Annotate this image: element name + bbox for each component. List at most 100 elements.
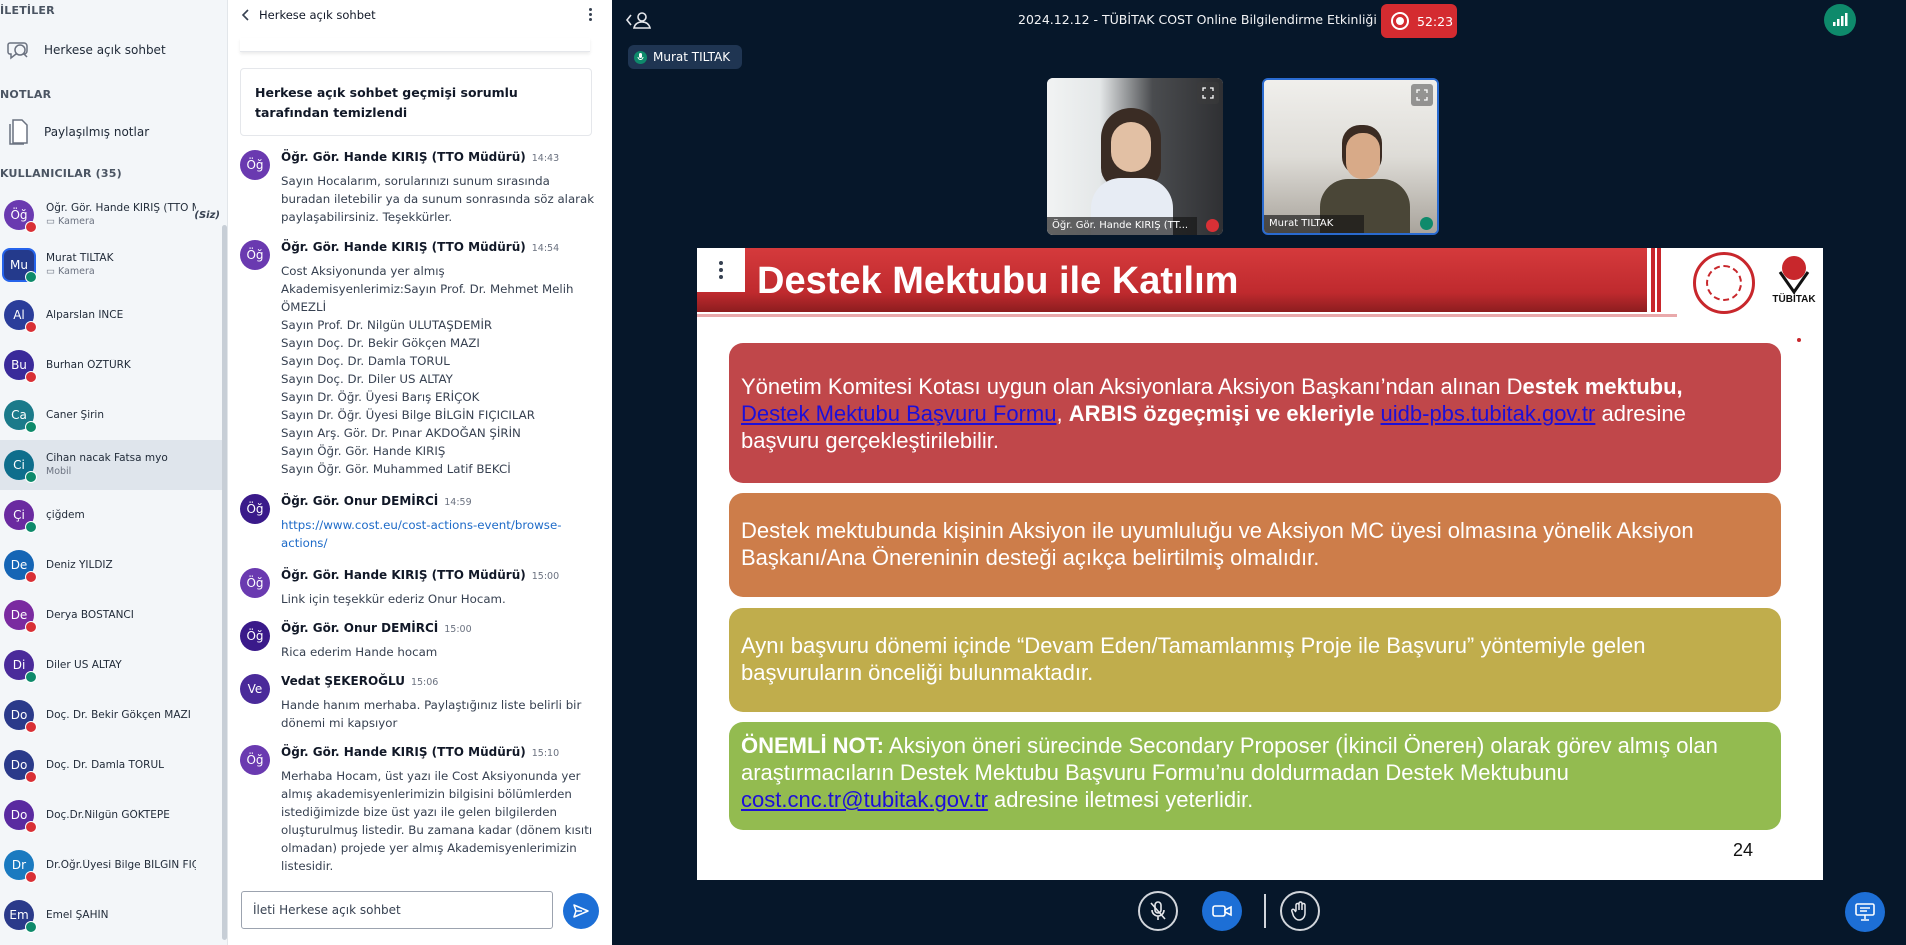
hand-icon xyxy=(1291,901,1309,921)
uidb-pbs-link[interactable]: uidb-pbs.tubitak.gov.tr xyxy=(1381,401,1596,426)
you-marker: (Siz) xyxy=(194,210,220,221)
avatar-initials: Do xyxy=(10,708,28,722)
message-header: Öğr. Gör. Onur DEMİRCİ 14:59 xyxy=(281,494,472,508)
more-options-icon[interactable] xyxy=(589,8,592,21)
avatar: Al xyxy=(4,300,37,333)
user-status: ▭ Kamera xyxy=(46,216,95,227)
message-author: Öğr. Gör. Onur DEMİRCİ xyxy=(281,494,439,508)
video-tile-hande[interactable]: Öğr. Gör. Hande KIRIŞ (TT... xyxy=(1047,78,1223,235)
chat-input[interactable]: İleti Herkese açık sohbet xyxy=(241,891,553,929)
tubitak-logo-icon: TÜBİTAK xyxy=(1769,254,1819,314)
box3-text: Aynı başvuru dönemi içinde “Devam Eden/T… xyxy=(741,633,1646,685)
user-list-item[interactable]: Do Doç. Dr. Damla TORUL xyxy=(0,740,222,790)
presentation-button[interactable] xyxy=(1845,892,1885,932)
avatar-initials: Dr xyxy=(11,858,27,872)
connection-status-button[interactable] xyxy=(1824,4,1856,36)
mute-button[interactable] xyxy=(1138,891,1178,931)
chat-panel: Herkese açık sohbet Herkese açık sohbet … xyxy=(228,0,821,945)
user-list-item[interactable]: Çi çiğdem xyxy=(0,490,222,540)
send-icon xyxy=(573,903,589,919)
mic-icon xyxy=(25,421,37,433)
user-list-item[interactable]: Ca Caner Şirin xyxy=(0,390,222,440)
user-text: Murat TILTAK ▭ Kamera xyxy=(46,252,114,278)
muted-mic-icon xyxy=(25,221,37,233)
send-button[interactable] xyxy=(563,893,599,929)
mic-icon xyxy=(25,271,37,283)
recording-indicator[interactable]: 52:23 xyxy=(1381,4,1457,38)
expand-icon[interactable] xyxy=(1197,82,1219,104)
user-text: Alparslan İNCE xyxy=(46,309,123,322)
user-name: Öğr. Gör. Hande KIRIŞ (TTO M... xyxy=(46,202,196,214)
video-tile-murat[interactable]: Murat TILTAK xyxy=(1262,78,1439,235)
user-list-item[interactable]: Do Doç.Dr.Nilgün GÖKTEPE xyxy=(0,790,222,840)
avatar-initials: Bu xyxy=(11,358,27,372)
user-name: Derya BOSTANCI xyxy=(46,608,134,621)
user-list-item[interactable]: Em Emel ŞAHİN xyxy=(0,890,222,940)
user-text: Öğr. Gör. Hande KIRIŞ (TTO M... ▭ Kamera xyxy=(46,202,196,228)
muted-microphone-icon xyxy=(1149,901,1167,921)
avatar: Em xyxy=(4,900,37,933)
message-header: Öğr. Gör. Hande KIRIŞ (TTO Müdürü) 14:43 xyxy=(281,150,559,164)
user-name: Caner Şirin xyxy=(46,408,105,421)
user-text: Derya BOSTANCI xyxy=(46,609,134,622)
sidebar-scrollbar[interactable] xyxy=(222,225,227,940)
avatar: Di xyxy=(4,650,37,683)
user-list-item[interactable]: Dr Dr.Öğr.Üyesi Bilge BİLGİN FIÇICILAR xyxy=(0,840,222,890)
back-chevron-icon[interactable] xyxy=(241,9,249,21)
user-list-item[interactable]: Bu Burhan ÖZTÜRK xyxy=(0,340,222,390)
info-box-1: Yönetim Komitesi Kotası uygun olan Aksiy… xyxy=(729,343,1781,483)
message-link[interactable]: https://www.cost.eu/cost-actions-event/b… xyxy=(281,516,599,552)
user-text: Burhan ÖZTÜRK xyxy=(46,359,131,372)
raise-hand-button[interactable] xyxy=(1280,891,1320,931)
message-author: Öğr. Gör. Hande KIRIŞ (TTO Müdürü) xyxy=(281,568,526,582)
chat-header: Herkese açık sohbet xyxy=(228,0,612,30)
avatar: De xyxy=(4,550,37,583)
expand-icon[interactable] xyxy=(1411,84,1433,106)
cost-cnc-email-link[interactable]: cost.cnc.tr@tubitak.gov.tr xyxy=(741,787,988,812)
message-header: Öğr. Gör. Hande KIRIŞ (TTO Müdürü) 14:54 xyxy=(281,240,559,254)
camera-button[interactable] xyxy=(1202,891,1242,931)
message-time: 14:59 xyxy=(444,497,472,508)
chat-top-fade xyxy=(240,38,590,52)
muted-mic-icon xyxy=(25,821,37,833)
user-list-item[interactable]: De Derya BOSTANCI xyxy=(0,590,222,640)
slide-title: Destek Mektubu ile Katılım xyxy=(757,260,1239,302)
muted-mic-icon xyxy=(25,771,37,783)
slide-menu-button[interactable] xyxy=(697,248,745,292)
avatar: Öğ xyxy=(240,621,270,651)
hide-users-icon[interactable] xyxy=(625,10,655,30)
support-letter-form-link[interactable]: Destek Mektubu Başvuru Formu xyxy=(741,401,1056,426)
user-name: Cihan nacak Fatsa myo xyxy=(46,452,168,464)
user-list-item[interactable]: Di Diler US ALTAY xyxy=(0,640,222,690)
message-header: Öğr. Gör. Onur DEMİRCİ 15:00 xyxy=(281,621,472,635)
message-time: 14:43 xyxy=(531,153,560,164)
chat-title: Herkese açık sohbet xyxy=(259,8,376,22)
message-header: Vedat ŞEKEROĞLU 15:06 xyxy=(281,674,438,688)
user-list-item[interactable]: De Deniz YILDIZ xyxy=(0,540,222,590)
chat-bubble-icon xyxy=(4,36,34,64)
user-list-item[interactable]: Al Alparslan İNCE xyxy=(0,290,222,340)
avatar: De xyxy=(4,600,37,633)
user-text: Doç. Dr. Damla TORUL xyxy=(46,759,164,772)
avatar: Bu xyxy=(4,350,37,383)
box4-text: Aksiyon öneri sürecinde Secondary Propos… xyxy=(741,733,1718,785)
message-time: 15:10 xyxy=(531,748,560,759)
signal-bars-icon xyxy=(1832,13,1848,27)
notes-header: NOTLAR xyxy=(0,88,52,101)
avatar-initials: Öğ xyxy=(10,208,28,222)
user-list-item[interactable]: Do Doç. Dr. Bekir Gökçen MAZI xyxy=(0,690,222,740)
avatar-initials: De xyxy=(10,608,28,622)
message-text: Merhaba Hocam, üst yazı ile Cost Aksiyon… xyxy=(281,769,593,873)
muted-mic-icon xyxy=(25,871,37,883)
user-list-item[interactable]: Mu Murat TILTAK ▭ Kamera xyxy=(0,240,222,290)
user-list-item[interactable]: Öğ Öğr. Gör. Hande KIRIŞ (TTO M... ▭ Kamer… xyxy=(0,190,222,240)
public-chat-link[interactable]: Herkese açık sohbet xyxy=(4,34,226,66)
shared-notes-link[interactable]: Paylaşılmış notlar xyxy=(4,116,226,148)
avatar: Öğ xyxy=(240,150,270,180)
muted-mic-icon xyxy=(1206,219,1219,232)
user-list-item[interactable]: Ci Cihan nacak Fatsa myo Mobil xyxy=(0,440,222,490)
message-text: Rica ederim Hande hocam xyxy=(281,645,438,659)
message-author: Vedat ŞEKEROĞLU xyxy=(281,674,405,688)
message-text: Link için teşekkür ederiz Onur Hocam. xyxy=(281,592,506,606)
message-time: 15:06 xyxy=(410,677,439,688)
